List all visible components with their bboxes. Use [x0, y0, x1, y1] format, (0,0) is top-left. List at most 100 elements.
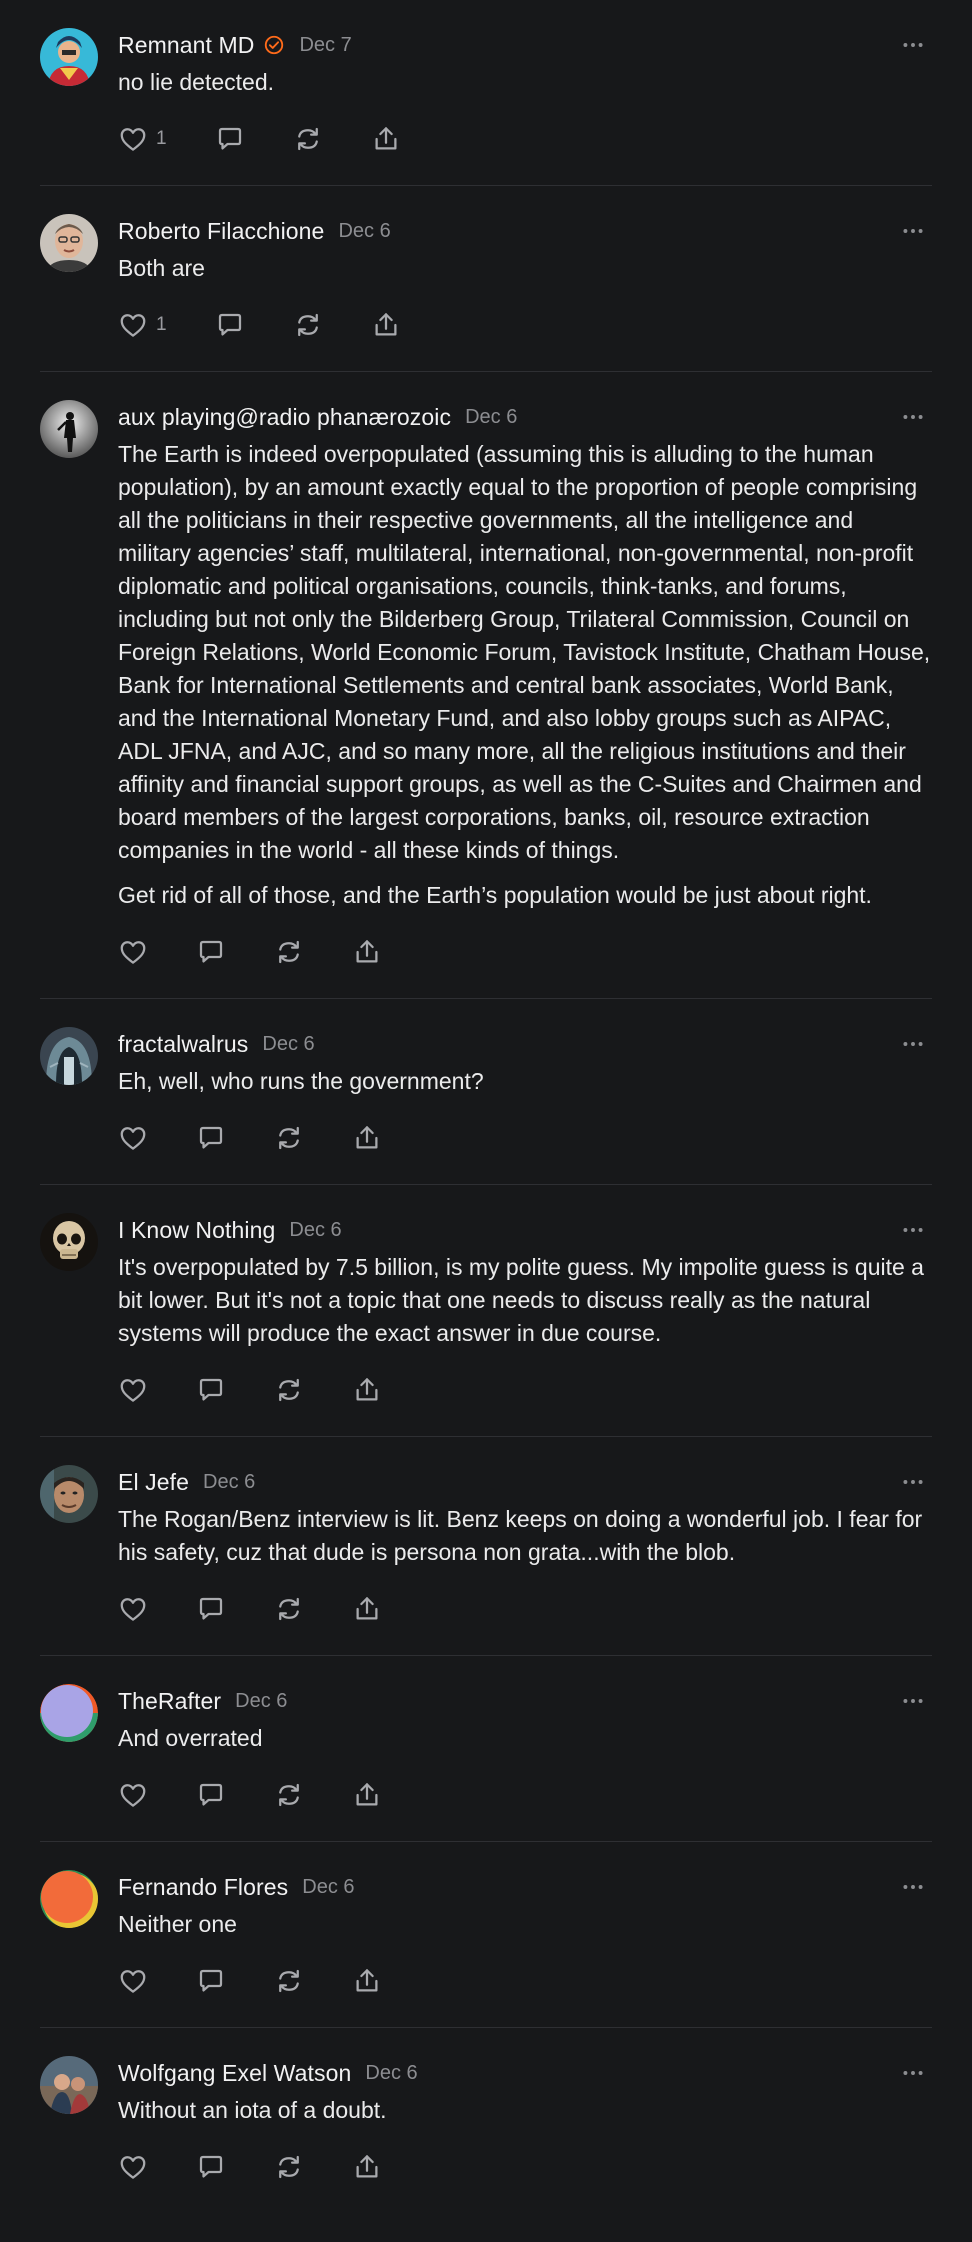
restack-button[interactable] [274, 1780, 304, 1810]
reply-button[interactable] [196, 1375, 226, 1405]
restack-icon [274, 937, 304, 967]
comment-date[interactable]: Dec 6 [365, 2062, 417, 2085]
comment-header: fractalwalrus Dec 6 [118, 1027, 932, 1061]
comment-date[interactable]: Dec 7 [299, 34, 351, 57]
share-icon [371, 310, 401, 340]
like-count: 1 [156, 128, 167, 149]
comment-icon [196, 1966, 226, 1996]
comment-item: aux playing@radio phanærozoic Dec 6 The … [40, 372, 932, 999]
like-button[interactable] [118, 1780, 148, 1810]
more-options-button[interactable] [898, 216, 928, 246]
author-name[interactable]: aux playing@radio phanærozoic [118, 404, 451, 431]
like-button[interactable] [118, 1375, 148, 1405]
comment-body: no lie detected. [118, 66, 932, 99]
comment-actions [118, 2149, 932, 2185]
restack-icon [274, 1780, 304, 1810]
comment-icon [215, 310, 245, 340]
ellipsis-icon [900, 1469, 926, 1495]
like-button[interactable] [118, 1594, 148, 1624]
share-button[interactable] [352, 1375, 382, 1405]
reply-button[interactable] [196, 1594, 226, 1624]
comment-date[interactable]: Dec 6 [289, 1219, 341, 1242]
more-options-button[interactable] [898, 402, 928, 432]
comment-icon [196, 2152, 226, 2182]
avatar[interactable] [40, 400, 98, 458]
author-name[interactable]: Remnant MD [118, 32, 254, 59]
comment-item: TheRafter Dec 6 And overrated [40, 1656, 932, 1842]
reply-button[interactable] [196, 1123, 226, 1153]
author-name[interactable]: Roberto Filacchione [118, 218, 324, 245]
author-name[interactable]: I Know Nothing [118, 1217, 275, 1244]
like-button[interactable] [118, 937, 148, 967]
heart-icon [118, 1594, 148, 1624]
reply-button[interactable] [196, 937, 226, 967]
more-options-button[interactable] [898, 1467, 928, 1497]
restack-button[interactable] [293, 124, 323, 154]
more-options-button[interactable] [898, 1686, 928, 1716]
share-button[interactable] [371, 124, 401, 154]
comment-item: fractalwalrus Dec 6 Eh, well, who runs t… [40, 999, 932, 1185]
like-button[interactable]: 1 [118, 124, 167, 154]
avatar[interactable] [40, 214, 98, 272]
comment-date[interactable]: Dec 6 [262, 1033, 314, 1056]
restack-button[interactable] [274, 1594, 304, 1624]
author-name[interactable]: El Jefe [118, 1469, 189, 1496]
avatar[interactable] [40, 1684, 98, 1742]
share-button[interactable] [352, 2152, 382, 2182]
comment-icon [196, 1375, 226, 1405]
restack-button[interactable] [274, 2152, 304, 2182]
comment-content: fractalwalrus Dec 6 Eh, well, who runs t… [118, 999, 932, 1184]
share-button[interactable] [352, 937, 382, 967]
avatar[interactable] [40, 2056, 98, 2114]
share-button[interactable] [352, 1780, 382, 1810]
restack-button[interactable] [274, 1123, 304, 1153]
more-options-button[interactable] [898, 1029, 928, 1059]
reply-button[interactable] [196, 1780, 226, 1810]
heart-icon [118, 124, 148, 154]
share-button[interactable] [371, 310, 401, 340]
more-options-button[interactable] [898, 1215, 928, 1245]
reply-button[interactable] [215, 124, 245, 154]
author-name[interactable]: fractalwalrus [118, 1031, 248, 1058]
comment-icon [215, 124, 245, 154]
restack-button[interactable] [274, 937, 304, 967]
share-button[interactable] [352, 1123, 382, 1153]
avatar[interactable] [40, 1870, 98, 1928]
share-button[interactable] [352, 1966, 382, 1996]
reply-button[interactable] [215, 310, 245, 340]
comment-item: Wolfgang Exel Watson Dec 6 Without an io… [40, 2028, 932, 2213]
ellipsis-icon [900, 218, 926, 244]
like-button[interactable] [118, 1123, 148, 1153]
share-icon [352, 1966, 382, 1996]
comment-date[interactable]: Dec 6 [235, 1690, 287, 1713]
comment-date[interactable]: Dec 6 [338, 220, 390, 243]
photo-avatar-icon [40, 2056, 98, 2114]
like-button[interactable] [118, 1966, 148, 1996]
comment-date[interactable]: Dec 6 [302, 1876, 354, 1899]
comment-date[interactable]: Dec 6 [203, 1471, 255, 1494]
avatar[interactable] [40, 28, 98, 86]
author-name[interactable]: Wolfgang Exel Watson [118, 2060, 351, 2087]
restack-button[interactable] [293, 310, 323, 340]
reply-button[interactable] [196, 1966, 226, 1996]
author-name[interactable]: Fernando Flores [118, 1874, 288, 1901]
like-count: 1 [156, 314, 167, 335]
comment-icon [196, 1594, 226, 1624]
ellipsis-icon [900, 2060, 926, 2086]
author-name[interactable]: TheRafter [118, 1688, 221, 1715]
avatar[interactable] [40, 1027, 98, 1085]
more-options-button[interactable] [898, 2058, 928, 2088]
share-button[interactable] [352, 1594, 382, 1624]
restack-button[interactable] [274, 1375, 304, 1405]
avatar[interactable] [40, 1465, 98, 1523]
avatar[interactable] [40, 1213, 98, 1271]
reply-button[interactable] [196, 2152, 226, 2182]
more-options-button[interactable] [898, 1872, 928, 1902]
like-button[interactable]: 1 [118, 310, 167, 340]
comment-date[interactable]: Dec 6 [465, 406, 517, 429]
restack-button[interactable] [274, 1966, 304, 1996]
comment-actions [118, 1372, 932, 1408]
like-button[interactable] [118, 2152, 148, 2182]
more-options-button[interactable] [898, 30, 928, 60]
comment-item: El Jefe Dec 6 The Rogan/Benz interview i… [40, 1437, 932, 1656]
